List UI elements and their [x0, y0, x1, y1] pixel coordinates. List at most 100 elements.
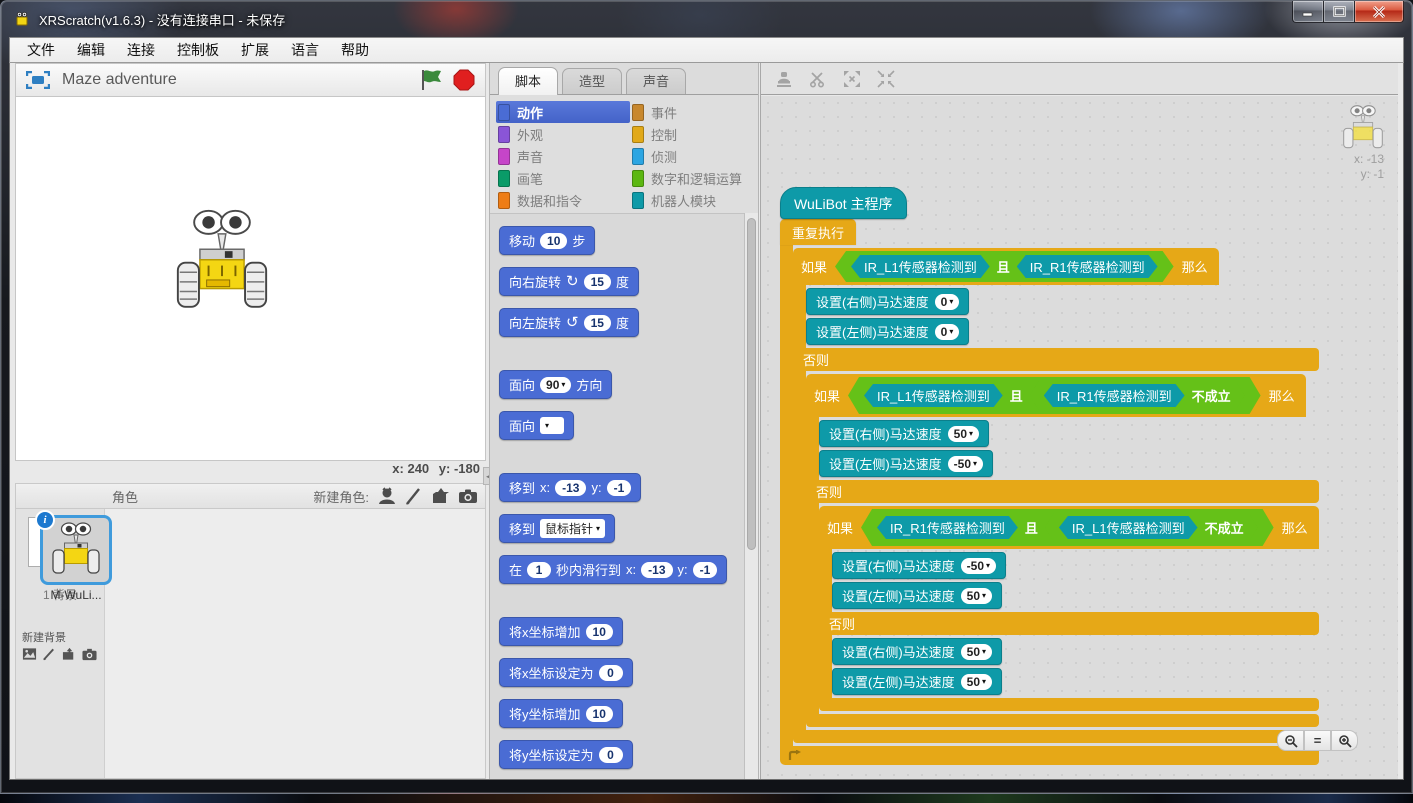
robot-sprite[interactable] [174, 207, 270, 317]
dropdown[interactable]: 50▾ [961, 588, 992, 604]
sensor-ir-l1[interactable]: IR_L1传感器检测到 [1059, 516, 1198, 539]
close-button[interactable] [1355, 1, 1404, 23]
category-6[interactable]: 控制 [630, 123, 754, 145]
title-bar[interactable]: XRScratch(v1.6.3) - 没有连接串口 - 未保存 [1, 1, 1412, 37]
tab-costumes[interactable]: 造型 [562, 68, 622, 94]
set-right-motor-block[interactable]: 设置(右侧)马达速度50▾ [819, 420, 989, 447]
sensor-ir-r1[interactable]: IR_R1传感器检测到 [877, 516, 1018, 539]
scissors-icon[interactable] [809, 70, 827, 88]
number-input[interactable]: 0 [599, 665, 623, 681]
palette-block-11[interactable]: 将y坐标设定为0 [499, 740, 633, 769]
set-right-motor-block[interactable]: 设置(右侧)马达速度0▾ [806, 288, 969, 315]
upload-backdrop-icon[interactable] [62, 647, 77, 661]
number-input[interactable]: -1 [693, 562, 718, 578]
sensor-ir-r1[interactable]: IR_R1传感器检测到 [1044, 384, 1185, 407]
hat-block-wulibot-main[interactable]: WuLiBot 主程序 [780, 187, 907, 219]
set-left-motor-block[interactable]: 设置(左侧)马达速度0▾ [806, 318, 969, 345]
sprite-info-badge[interactable]: i [35, 510, 55, 530]
sensor-ir-l1[interactable]: IR_L1传感器检测到 [851, 255, 990, 278]
menu-help[interactable]: 帮助 [330, 38, 380, 62]
menu-extensions[interactable]: 扩展 [230, 38, 280, 62]
camera-backdrop-icon[interactable] [82, 647, 97, 661]
menu-connect[interactable]: 连接 [116, 38, 166, 62]
number-input[interactable]: 0 [599, 747, 623, 763]
number-input[interactable]: 15 [584, 315, 611, 331]
palette-block-9[interactable]: 将x坐标设定为0 [499, 658, 633, 687]
dropdown[interactable]: 90▾ [540, 377, 571, 393]
zoom-out-button[interactable] [1277, 730, 1304, 751]
dropdown[interactable]: -50▾ [961, 558, 996, 574]
and-operator-1[interactable]: IR_L1传感器检测到 且 IR_R1传感器检测到 [835, 251, 1174, 282]
category-2[interactable]: 声音 [496, 145, 630, 167]
number-input[interactable]: -13 [641, 562, 672, 578]
palette-block-7[interactable]: 在1秒内滑行到x:-13y:-1 [499, 555, 727, 584]
number-input[interactable]: 10 [586, 706, 613, 722]
and-operator-2[interactable]: IR_L1传感器检测到 且 IR_R1传感器检测到 不成立 [848, 377, 1261, 414]
category-7[interactable]: 侦测 [630, 145, 754, 167]
set-right-motor-block[interactable]: 设置(右侧)马达速度50▾ [832, 638, 1002, 665]
minimize-button[interactable] [1292, 1, 1324, 23]
set-left-motor-block[interactable]: 设置(左侧)马达速度-50▾ [819, 450, 993, 477]
menu-language[interactable]: 语言 [280, 38, 330, 62]
stamp-icon[interactable] [775, 70, 793, 88]
paint-new-sprite-icon[interactable] [404, 487, 424, 505]
palette-block-0[interactable]: 移动10步 [499, 226, 595, 255]
palette-block-1[interactable]: 向右旋转↻15度 [499, 267, 639, 296]
dropdown[interactable]: 50▾ [961, 674, 992, 690]
dropdown[interactable]: 50▾ [948, 426, 979, 442]
backdrop-library-icon[interactable] [22, 647, 37, 661]
and-operator-3[interactable]: IR_R1传感器检测到 且 IR_L1传感器检测到 不成立 [861, 509, 1274, 546]
tab-scripts[interactable]: 脚本 [498, 67, 558, 95]
green-flag-button[interactable] [419, 69, 443, 91]
stage-canvas[interactable] [15, 97, 486, 461]
grow-icon[interactable] [843, 70, 861, 88]
shrink-icon[interactable] [877, 70, 895, 88]
set-left-motor-block[interactable]: 设置(左侧)马达速度50▾ [832, 582, 1002, 609]
dropdown[interactable]: 0▾ [935, 324, 960, 340]
zoom-in-button[interactable] [1331, 730, 1358, 751]
menu-dropdown[interactable]: 鼠标指针▾ [540, 519, 605, 538]
fullscreen-icon[interactable] [26, 71, 50, 89]
palette-scrollbar-thumb[interactable] [747, 218, 756, 550]
zoom-reset-button[interactable]: = [1304, 730, 1331, 751]
sensor-ir-l1[interactable]: IR_L1传感器检测到 [864, 384, 1003, 407]
script-canvas[interactable]: x: -13 y: -1 WuLiBot 主程序 重复执行 [761, 96, 1398, 779]
camera-sprite-icon[interactable] [458, 487, 478, 505]
new-sprite-library-icon[interactable] [377, 487, 397, 505]
maximize-button[interactable] [1324, 1, 1355, 23]
category-9[interactable]: 机器人模块 [630, 189, 754, 211]
repeat-forever-block[interactable]: 重复执行 如果 IR_L1传感器检测到 且 IR [780, 219, 1319, 765]
if-else-block-3[interactable]: 如果 IR_R1传感器检测到 且 IR_L1传感器检测到 [819, 506, 1319, 711]
dropdown[interactable]: 50▾ [961, 644, 992, 660]
number-input[interactable]: 1 [527, 562, 551, 578]
category-1[interactable]: 外观 [496, 123, 630, 145]
number-input[interactable]: 10 [540, 233, 567, 249]
upload-sprite-icon[interactable] [431, 487, 451, 505]
menu-board[interactable]: 控制板 [166, 38, 230, 62]
set-left-motor-block[interactable]: 设置(左侧)马达速度50▾ [832, 668, 1002, 695]
palette-block-4[interactable]: 面向▾ [499, 411, 574, 440]
category-3[interactable]: 画笔 [496, 167, 630, 189]
if-else-block-1[interactable]: 如果 IR_L1传感器检测到 且 IR_R1传感器检测到 那么 [793, 248, 1319, 743]
category-4[interactable]: 数据和指令 [496, 189, 630, 211]
palette-block-8[interactable]: 将x坐标增加10 [499, 617, 623, 646]
sprite-thumbnail[interactable]: i [40, 515, 112, 585]
palette-block-10[interactable]: 将y坐标增加10 [499, 699, 623, 728]
palette-block-5[interactable]: 移到x:-13y:-1 [499, 473, 641, 502]
sprite-tile-mwulibot[interactable]: i M-WuLi... [38, 515, 114, 602]
if-else-block-2[interactable]: 如果 IR_L1传感器检测到 且 IR_R1传感器检测到 不成立 [806, 374, 1319, 727]
tab-sounds[interactable]: 声音 [626, 68, 686, 94]
palette-block-2[interactable]: 向左旋转↺15度 [499, 308, 639, 337]
number-input[interactable]: -1 [607, 480, 632, 496]
palette-scrollbar[interactable] [744, 213, 758, 779]
menu-dropdown[interactable]: ▾ [540, 417, 564, 434]
not-operator[interactable]: IR_L1传感器检测到 不成立 [1045, 513, 1258, 542]
category-5[interactable]: 事件 [630, 101, 754, 123]
category-8[interactable]: 数字和逻辑运算 [630, 167, 754, 189]
not-operator[interactable]: IR_R1传感器检测到 不成立 [1030, 381, 1245, 410]
sensor-ir-r1[interactable]: IR_R1传感器检测到 [1017, 255, 1158, 278]
paint-backdrop-icon[interactable] [42, 647, 57, 661]
number-input[interactable]: 15 [584, 274, 611, 290]
menu-edit[interactable]: 编辑 [66, 38, 116, 62]
dropdown[interactable]: -50▾ [948, 456, 983, 472]
